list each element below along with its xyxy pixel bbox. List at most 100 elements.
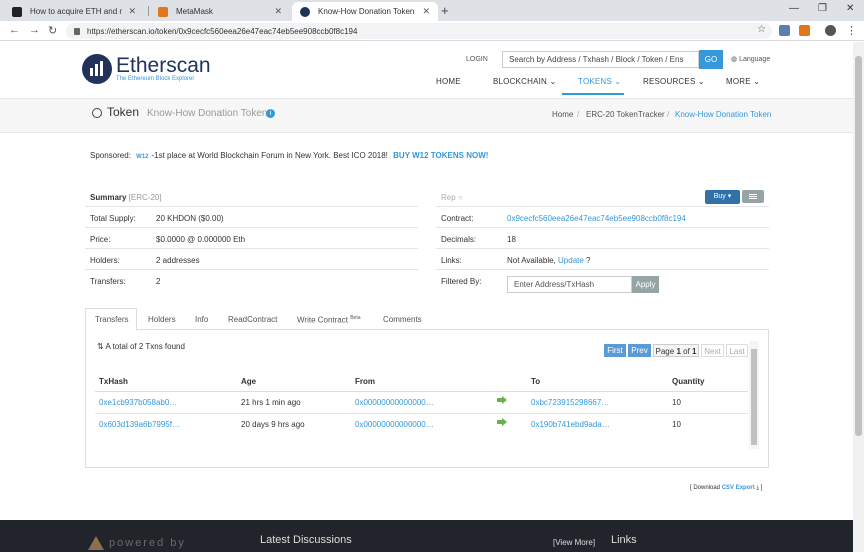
row-quantity: 10: [672, 420, 681, 429]
page-num: 1: [676, 347, 681, 356]
last-page-button[interactable]: Last: [726, 344, 748, 357]
etherscan-logo[interactable]: Etherscan The Ethereum Block Explorer: [82, 54, 211, 84]
tab-transfers[interactable]: Transfers: [95, 315, 129, 324]
beta-badge: Beta: [350, 315, 361, 321]
tab-writecontract[interactable]: Write Contract Beta: [297, 315, 361, 325]
nav-home[interactable]: HOME: [436, 77, 461, 86]
row-txhash-link[interactable]: 0x603d139a6b7995f…: [99, 420, 180, 429]
nav-resources-label: RESOURCES: [643, 77, 696, 86]
nav-blockchain[interactable]: BLOCKCHAIN ⌄: [493, 77, 556, 86]
tab-readcontract[interactable]: ReadContract: [228, 315, 277, 324]
extension-icon[interactable]: [779, 25, 790, 36]
language-selector[interactable]: ◍ Language: [731, 55, 770, 63]
links-update-link[interactable]: Update: [558, 256, 584, 265]
sponsored-text: -1st place at World Blockchain Forum in …: [151, 151, 388, 160]
info-icon[interactable]: i: [266, 109, 275, 118]
divider: [436, 269, 769, 270]
powered-by-logo-icon: [88, 536, 104, 550]
breadcrumb-tokentracker[interactable]: ERC-20 TokenTracker: [586, 110, 665, 119]
divider: [436, 206, 769, 207]
tab-info[interactable]: Info: [195, 315, 208, 324]
browser-tab-1[interactable]: MetaMask ✕: [150, 2, 290, 21]
filter-address-input[interactable]: Enter Address/TxHash: [507, 276, 632, 293]
close-tab-icon[interactable]: ✕: [128, 6, 136, 17]
search-go-button[interactable]: GO: [699, 50, 723, 69]
prev-page-button[interactable]: Prev: [628, 344, 651, 357]
row-to-link[interactable]: 0x190b741ebd9ada…: [531, 420, 610, 429]
bookmark-star-icon[interactable]: ☆: [757, 24, 766, 35]
nav-tokens-label: TOKENS: [578, 77, 612, 86]
forward-icon[interactable]: →: [29, 24, 40, 36]
tab-writecontract-label: Write Contract: [297, 315, 348, 325]
rep-text: Rep: [441, 193, 456, 202]
view-more-link[interactable]: [View More]: [553, 538, 595, 547]
metamask-extension-icon[interactable]: [799, 25, 810, 36]
close-tab-icon[interactable]: ✕: [274, 6, 282, 17]
chevron-down-icon: ⌄: [697, 77, 705, 86]
table-scrollbar[interactable]: [749, 341, 759, 449]
browser-tab-0[interactable]: How to acquire ETH and make a ✕: [4, 2, 144, 21]
page-scrollbar[interactable]: [853, 42, 864, 552]
col-from: From: [355, 377, 375, 386]
col-to: To: [531, 377, 541, 386]
buy-button[interactable]: Buy ▾: [705, 190, 740, 204]
row-from-link[interactable]: 0x00000000000000…: [355, 420, 434, 429]
new-tab-icon[interactable]: +: [441, 3, 449, 18]
language-label: Language: [739, 56, 771, 63]
table-scroll-thumb[interactable]: [751, 349, 757, 445]
download-prefix: [ Download: [690, 485, 721, 491]
close-window-icon[interactable]: ✕: [846, 3, 854, 14]
divider: [436, 227, 769, 228]
first-page-button[interactable]: First: [604, 344, 626, 357]
close-tab-icon[interactable]: ✕: [422, 6, 430, 17]
row-from-link[interactable]: 0x00000000000000…: [355, 398, 434, 407]
row-txhash-link[interactable]: 0xe1cb937b058ab0…: [99, 398, 177, 407]
tab-bar: [85, 308, 769, 330]
tab-holders[interactable]: Holders: [148, 315, 176, 324]
address-bar-row: ← → ↻ https://etherscan.io/token/0x9cecf…: [0, 21, 864, 41]
caret-down-icon: ▾: [727, 193, 732, 200]
nav-tokens[interactable]: TOKENS ⌄: [578, 77, 621, 86]
browser-tab-2[interactable]: Know-How Donation Token (KHD ✕: [292, 2, 438, 21]
summary-title: Summary [ERC-20]: [90, 193, 162, 202]
sponsored-cta-link[interactable]: BUY W12 TOKENS NOW!: [393, 151, 488, 160]
download-suffix: ]: [760, 485, 763, 491]
txn-count-text: A total of 2 Txns found: [105, 342, 185, 351]
nav-more-label: MORE: [726, 77, 751, 86]
breadcrumb-home[interactable]: Home: [552, 110, 573, 119]
search-input[interactable]: Search by Address / Txhash / Block / Tok…: [502, 51, 699, 68]
nav-resources[interactable]: RESOURCES ⌄: [643, 77, 705, 86]
restore-icon[interactable]: ❐: [818, 3, 827, 14]
profile-icon[interactable]: [825, 25, 836, 36]
url-bar[interactable]: https://etherscan.io/token/0x9cecfc560ee…: [66, 23, 772, 39]
tab-separator: [148, 6, 149, 16]
next-page-button[interactable]: Next: [701, 344, 724, 357]
row-to-link[interactable]: 0xbc723915298667…: [531, 398, 609, 407]
decimals-label: Decimals:: [441, 235, 477, 244]
globe-icon: ◍: [731, 56, 740, 63]
nav-more[interactable]: MORE ⌄: [726, 77, 760, 86]
breadcrumb-current: Know-How Donation Token: [675, 110, 772, 119]
contract-address-link[interactable]: 0x9cecfc560eea26e47eac74eb5ee908ccb0f8c1…: [507, 214, 686, 223]
divider: [85, 248, 418, 249]
lock-icon: [74, 27, 80, 35]
minimize-icon[interactable]: —: [789, 3, 799, 14]
active-nav-indicator: [562, 93, 624, 95]
page-scroll-thumb[interactable]: [855, 56, 862, 436]
etherscan-favicon-icon: [300, 6, 310, 17]
list-menu-button[interactable]: [742, 190, 764, 203]
login-link[interactable]: LOGIN: [466, 56, 488, 63]
holders-value: 2 addresses: [156, 256, 200, 265]
chevron-down-icon: ⌄: [614, 77, 622, 86]
reload-icon[interactable]: ↻: [48, 24, 57, 37]
decimals-value: 18: [507, 235, 516, 244]
apply-filter-button[interactable]: Apply: [632, 276, 659, 293]
browser-menu-icon[interactable]: ⋮: [846, 24, 857, 37]
tab-comments[interactable]: Comments: [383, 315, 422, 324]
csv-export-link[interactable]: CSV Export: [722, 485, 755, 491]
transfer-arrow-icon: [497, 418, 507, 426]
page-title: Token: [107, 105, 140, 119]
divider: [85, 269, 418, 270]
w12-logo: W12: [136, 154, 149, 160]
back-icon[interactable]: ←: [9, 24, 20, 36]
